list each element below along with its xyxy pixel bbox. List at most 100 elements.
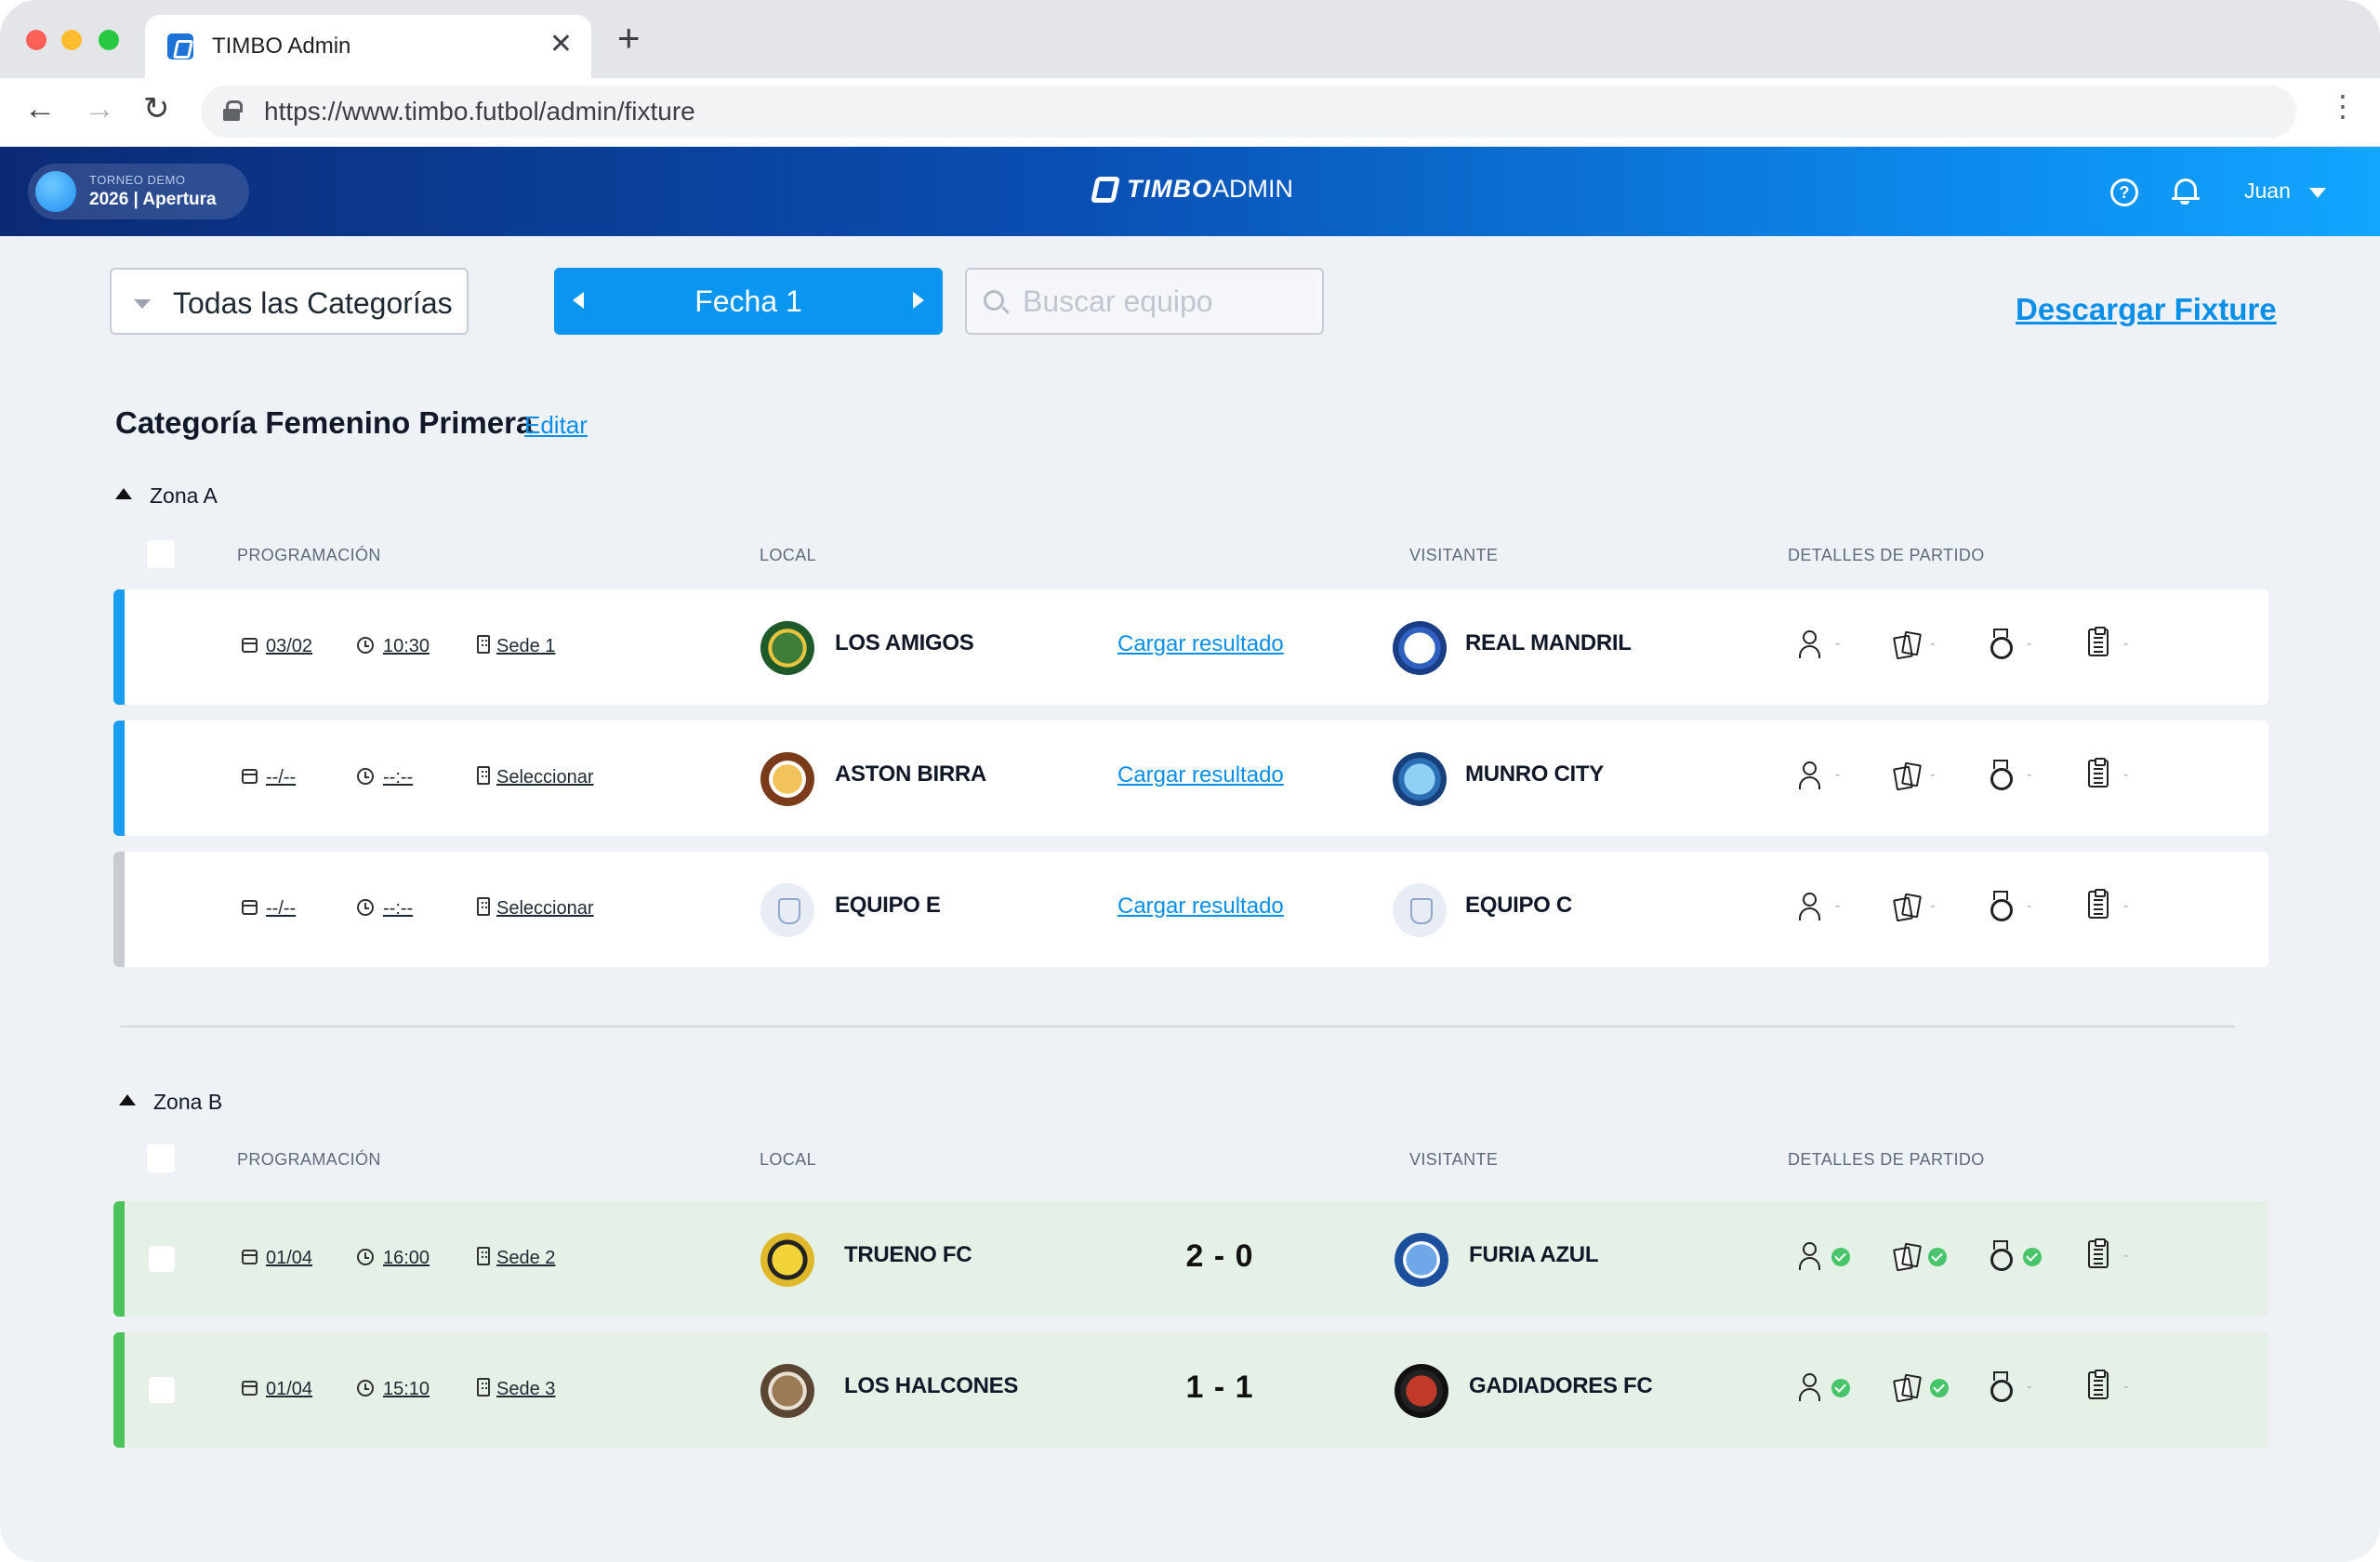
match-report-icon[interactable] (2088, 758, 2109, 788)
back-arrow-icon[interactable]: ← (24, 93, 56, 125)
match-select-checkbox[interactable] (149, 1377, 175, 1403)
status-bar (113, 721, 125, 836)
status-bar (113, 589, 125, 705)
load-result-link[interactable]: Cargar resultado (1117, 762, 1284, 788)
lineup-status: - (1835, 898, 1841, 914)
new-tab-icon[interactable]: + (617, 19, 641, 58)
search-input[interactable] (1023, 281, 1311, 322)
clock-icon (357, 1380, 374, 1397)
match-venue[interactable]: Sede 2 (496, 1248, 555, 1269)
status-bar (113, 852, 125, 967)
calendar-icon (242, 1381, 258, 1396)
cards-status: - (1930, 767, 1936, 783)
lineup-icon[interactable] (1798, 893, 1820, 920)
close-tab-icon[interactable]: ✕ (549, 28, 573, 60)
mvp-status: - (2027, 898, 2032, 914)
match-venue[interactable]: Sede 3 (496, 1379, 555, 1400)
select-all-zone-a-checkbox[interactable] (147, 540, 175, 568)
home-team-name: TRUENO FC (844, 1242, 972, 1267)
match-time[interactable]: 16:00 (383, 1248, 430, 1269)
collapse-zone-b-icon[interactable] (119, 1094, 136, 1105)
medal-icon[interactable] (1990, 1240, 2013, 1271)
match-report-icon[interactable] (2088, 1238, 2109, 1268)
match-venue[interactable]: Sede 1 (496, 636, 555, 657)
collapse-zone-a-icon[interactable] (115, 488, 132, 499)
match-row[interactable]: --/-- --:-- Seleccionar EQUIPO E Cargar … (113, 852, 2268, 967)
cards-icon[interactable] (1895, 630, 1919, 658)
match-report-icon[interactable] (2088, 1370, 2109, 1399)
load-result-link[interactable]: Cargar resultado (1117, 894, 1284, 920)
column-header-local: LOCAL (760, 546, 817, 564)
maximize-window-button[interactable] (99, 30, 119, 50)
medal-icon[interactable] (1990, 1371, 2013, 1402)
edit-category-link[interactable]: Editar (524, 411, 588, 440)
lineup-icon[interactable] (1798, 761, 1820, 789)
column-header-local: LOCAL (760, 1150, 817, 1169)
venue-icon (477, 897, 490, 916)
match-score: 2 - 0 (1185, 1238, 1254, 1274)
match-date[interactable]: --/-- (266, 767, 296, 788)
match-report-icon[interactable] (2088, 889, 2109, 919)
cards-icon[interactable] (1895, 761, 1919, 789)
browser-menu-icon[interactable]: ⋮ (2328, 91, 2358, 121)
match-date[interactable]: 01/04 (266, 1248, 312, 1269)
match-row[interactable]: 03/02 10:30 Sede 1 LOS AMIGOS Cargar res… (113, 589, 2268, 705)
medal-icon[interactable] (1990, 760, 2013, 790)
lineup-icon[interactable] (1798, 1373, 1820, 1401)
report-status: - (2123, 636, 2129, 652)
away-team-crest (1393, 621, 1447, 675)
load-result-link[interactable]: Cargar resultado (1117, 631, 1284, 657)
cards-icon[interactable] (1895, 1242, 1919, 1270)
chevron-down-icon[interactable] (2309, 188, 2326, 198)
category-select[interactable]: Todas las Categorías (110, 268, 469, 335)
match-time[interactable]: 10:30 (383, 636, 430, 657)
away-team-name: EQUIPO C (1465, 893, 1572, 918)
medal-icon[interactable] (1990, 891, 2013, 921)
download-fixture-link[interactable]: Descargar Fixture (2016, 292, 2277, 327)
tournament-selector[interactable]: TORNEO DEMO 2026 | Apertura (28, 164, 249, 219)
caret-down-icon (134, 299, 151, 309)
browser-tabbar: TIMBO Admin ✕ + (0, 0, 2380, 78)
match-date[interactable]: 03/02 (266, 636, 312, 657)
match-time[interactable]: --:-- (383, 767, 413, 788)
reload-icon[interactable]: ↻ (143, 93, 170, 125)
venue-icon (477, 635, 490, 654)
select-all-zone-b-checkbox[interactable] (147, 1145, 175, 1172)
match-date[interactable]: --/-- (266, 898, 296, 920)
match-time[interactable]: --:-- (383, 898, 413, 920)
check-icon (1831, 1379, 1850, 1397)
help-icon[interactable]: ? (2110, 179, 2138, 206)
match-venue[interactable]: Seleccionar (496, 767, 594, 788)
column-header-details: DETALLES DE PARTIDO (1788, 546, 1985, 564)
home-team-crest (760, 621, 814, 675)
user-menu[interactable]: Juan (2244, 179, 2291, 204)
match-report-icon[interactable] (2088, 627, 2109, 656)
bell-icon[interactable] (2172, 177, 2200, 206)
match-row[interactable]: 01/04 15:10 Sede 3 LOS HALCONES 1 - 1 GA… (113, 1332, 2268, 1448)
medal-icon[interactable] (1990, 629, 2013, 659)
venue-icon (477, 766, 490, 785)
cards-icon[interactable] (1895, 1373, 1919, 1401)
cards-icon[interactable] (1895, 893, 1919, 920)
zone-divider (121, 1026, 2235, 1027)
forward-arrow-icon[interactable]: → (84, 93, 115, 125)
tournament-name: 2026 | Apertura (89, 190, 217, 209)
lineup-icon[interactable] (1798, 1242, 1820, 1270)
match-row[interactable]: 01/04 16:00 Sede 2 TRUENO FC 2 - 0 FURIA… (113, 1201, 2268, 1317)
match-venue[interactable]: Seleccionar (496, 898, 594, 920)
match-date[interactable]: 01/04 (266, 1379, 312, 1400)
match-time[interactable]: 15:10 (383, 1379, 430, 1400)
browser-tab[interactable]: TIMBO Admin ✕ (145, 15, 591, 78)
report-status: - (2123, 1248, 2129, 1264)
browser-toolbar: ← → ↻ https://www.timbo.futbol/admin/fix… (0, 78, 2380, 147)
address-bar[interactable]: https://www.timbo.futbol/admin/fixture (201, 86, 2296, 138)
url-text: https://www.timbo.futbol/admin/fixture (264, 97, 695, 126)
next-fecha-icon[interactable] (913, 292, 924, 309)
close-window-button[interactable] (26, 30, 46, 50)
match-row[interactable]: --/-- --:-- Seleccionar ASTON BIRRA Carg… (113, 721, 2268, 836)
minimize-window-button[interactable] (61, 30, 82, 50)
lock-icon (223, 100, 243, 121)
lineup-icon[interactable] (1798, 630, 1820, 658)
column-header-programming: PROGRAMACIÓN (237, 546, 381, 564)
match-select-checkbox[interactable] (149, 1246, 175, 1272)
